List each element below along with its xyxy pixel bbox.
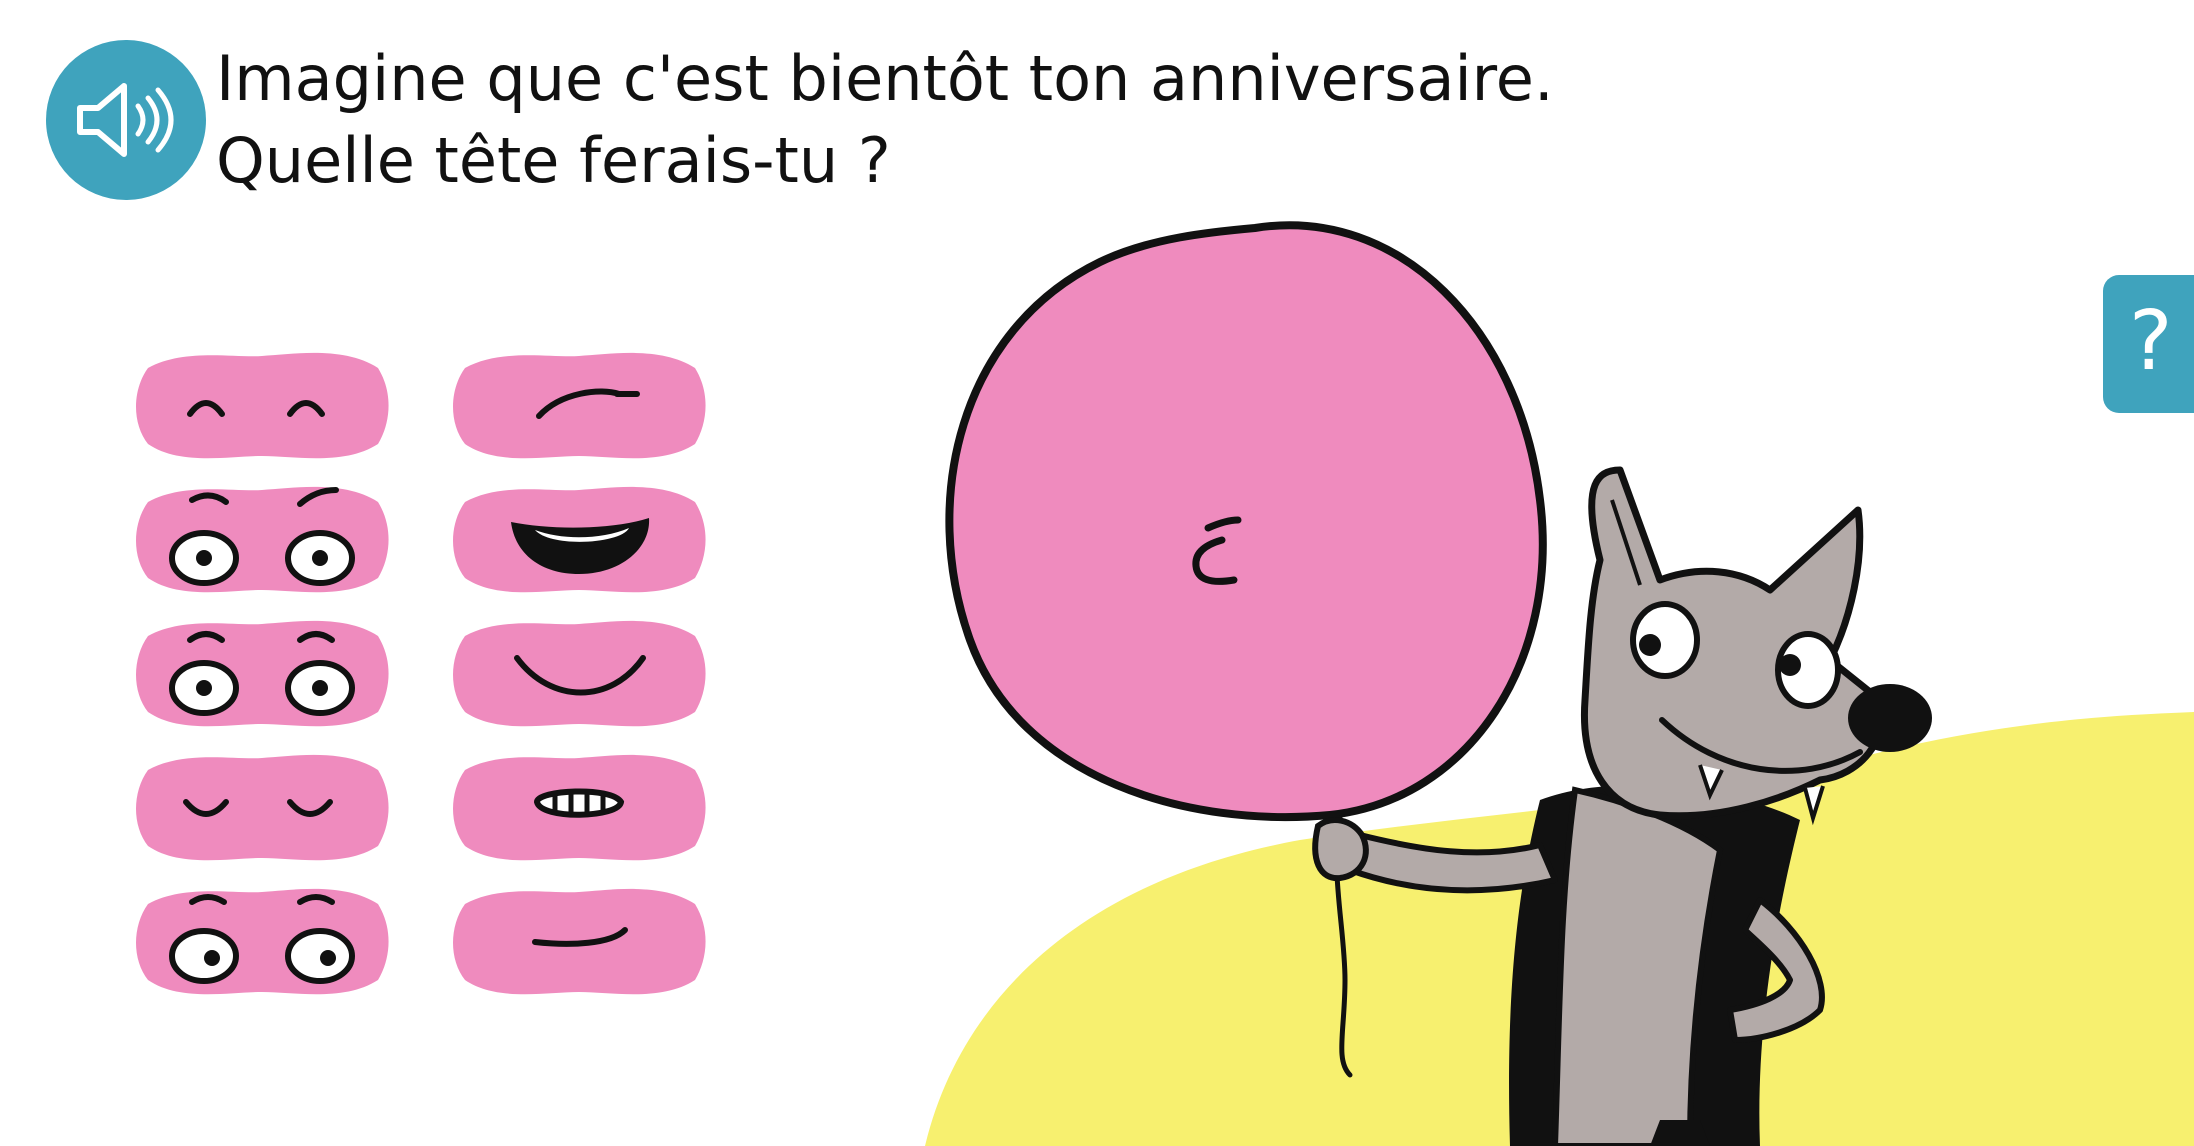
wolf-hand <box>1312 817 1369 882</box>
eyes-closed-happy-icon <box>136 352 389 459</box>
eyes-part-5[interactable] <box>134 880 390 1004</box>
mouth-smile-icon <box>453 620 706 727</box>
eyes-part-4[interactable] <box>134 746 390 870</box>
mouth-part-4[interactable] <box>451 746 707 870</box>
eyes-part-3[interactable] <box>134 612 390 736</box>
wolf-nose <box>1848 684 1932 752</box>
mouth-open-laugh-icon <box>453 486 706 593</box>
mouth-part-2[interactable] <box>451 478 707 602</box>
eyes-open-surprised-icon <box>136 486 389 593</box>
mouth-teeth-grimace-icon <box>453 754 706 861</box>
eyes-looking-side-icon <box>136 888 389 995</box>
mouth-part-3[interactable] <box>451 612 707 736</box>
mouth-slight-frown-icon <box>453 352 706 459</box>
eyes-part-2[interactable] <box>134 478 390 602</box>
eyes-part-1[interactable] <box>134 344 390 468</box>
mouth-part-1[interactable] <box>451 344 707 468</box>
eyes-closed-smile-icon <box>136 754 389 861</box>
mouth-neutral-smirk-icon <box>453 888 706 995</box>
mouth-part-5[interactable] <box>451 880 707 1004</box>
eyes-open-wide-icon <box>136 620 389 727</box>
